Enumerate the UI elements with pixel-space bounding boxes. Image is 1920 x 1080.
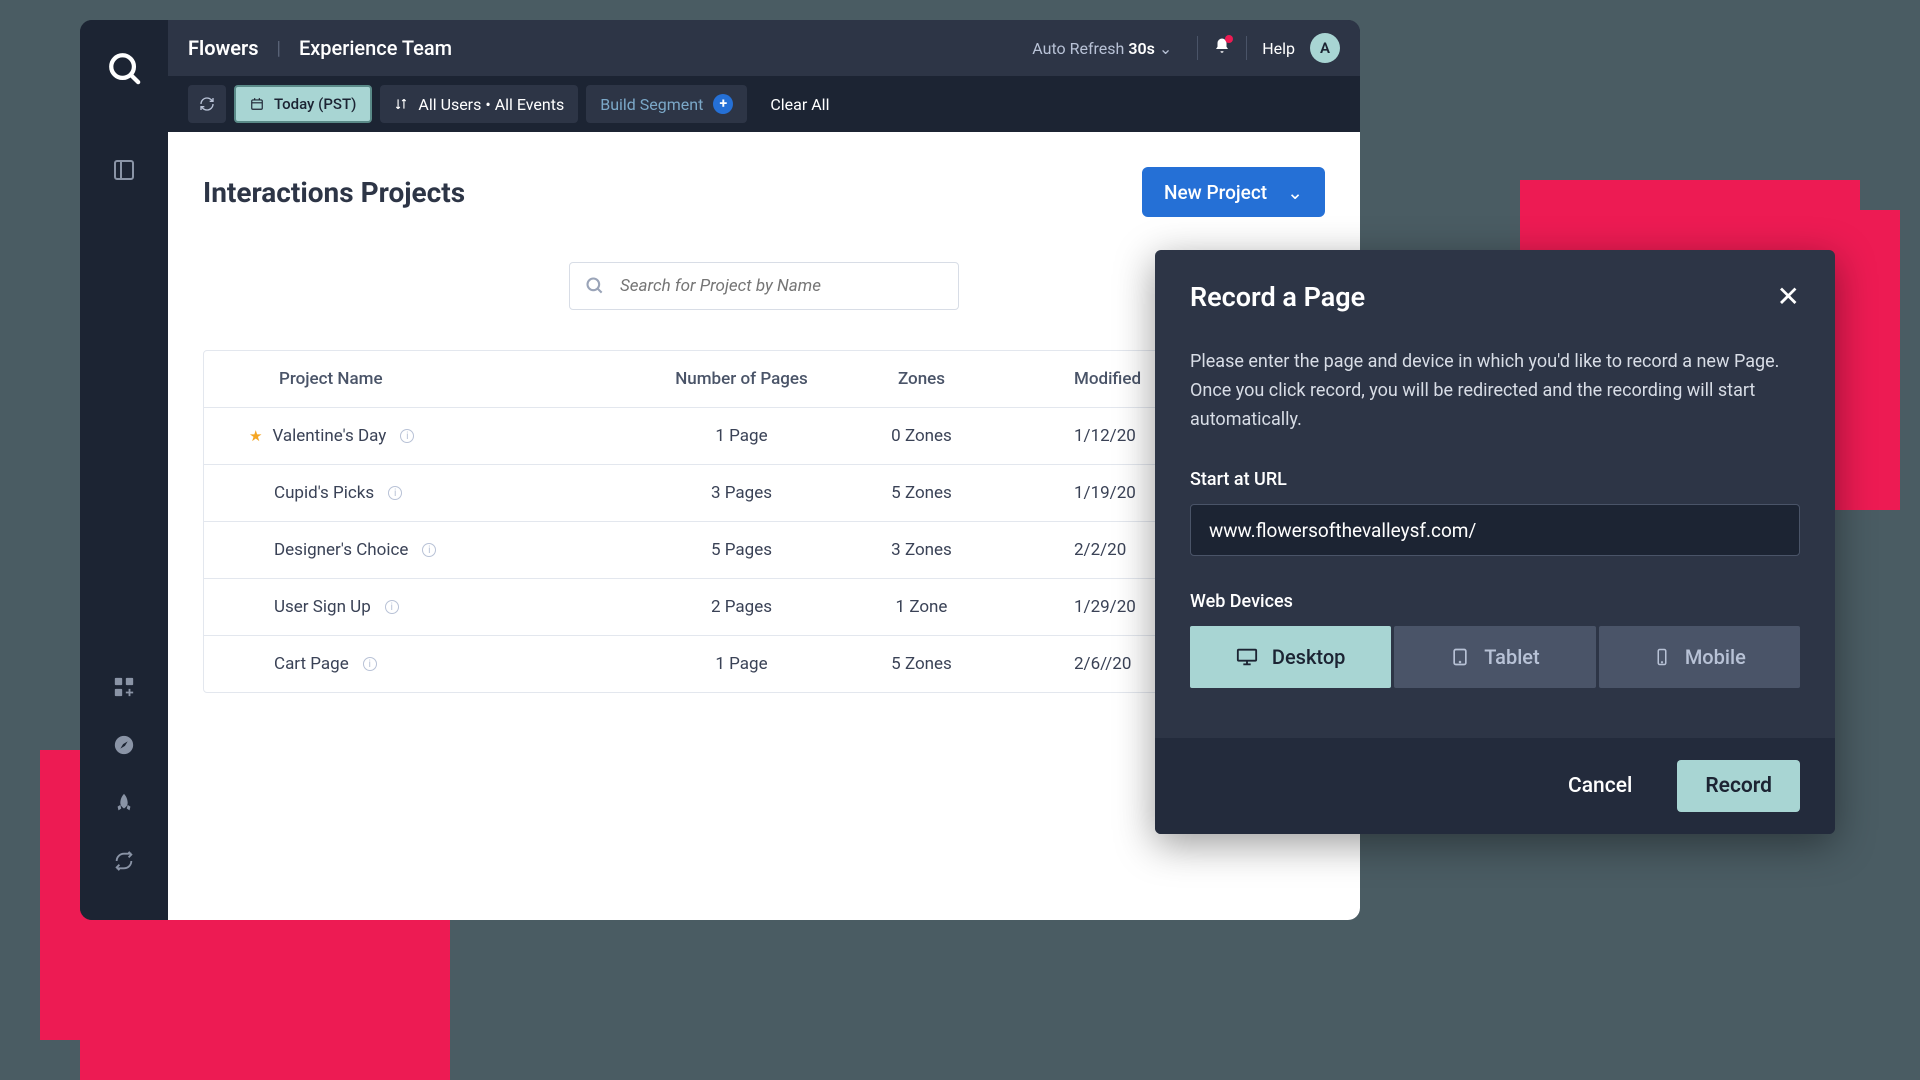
chevron-down-icon: ⌄ bbox=[1287, 181, 1303, 204]
topbar: Flowers | Experience Team Auto Refresh 3… bbox=[168, 20, 1360, 76]
col-header-zones: Zones bbox=[839, 369, 1004, 389]
pages-cell: 3 Pages bbox=[644, 483, 839, 503]
content-header: Interactions Projects New Project ⌄ bbox=[203, 167, 1325, 217]
search-icon bbox=[585, 276, 605, 296]
device-desktop-button[interactable]: Desktop bbox=[1190, 626, 1391, 688]
zones-cell: 5 Zones bbox=[839, 654, 1004, 674]
tablet-icon bbox=[1450, 647, 1470, 667]
info-icon[interactable]: i bbox=[363, 657, 377, 671]
project-name: User Sign Up bbox=[274, 597, 371, 617]
modal-header: Record a Page ✕ bbox=[1155, 250, 1835, 338]
pages-cell: 1 Page bbox=[644, 654, 839, 674]
device-mobile-button[interactable]: Mobile bbox=[1599, 626, 1800, 688]
desktop-icon bbox=[1236, 646, 1258, 668]
zones-cell: 5 Zones bbox=[839, 483, 1004, 503]
project-name: Valentine's Day bbox=[272, 426, 386, 446]
page-title: Interactions Projects bbox=[203, 176, 465, 209]
star-icon: ★ bbox=[249, 427, 262, 445]
zones-cell: 3 Zones bbox=[839, 540, 1004, 560]
plus-circle-icon: + bbox=[713, 94, 733, 114]
sidebar-refresh-icon[interactable] bbox=[100, 837, 148, 885]
modal-body: Please enter the page and device in whic… bbox=[1155, 338, 1835, 738]
divider bbox=[1246, 36, 1247, 60]
pages-cell: 1 Page bbox=[644, 426, 839, 446]
chevron-down-icon: ⌄ bbox=[1159, 39, 1172, 58]
new-project-button[interactable]: New Project ⌄ bbox=[1142, 167, 1325, 217]
sidebar-layout-icon[interactable] bbox=[100, 146, 148, 194]
info-icon[interactable]: i bbox=[385, 600, 399, 614]
modal-footer: Cancel Record bbox=[1155, 738, 1835, 834]
device-tablet-button[interactable]: Tablet bbox=[1394, 626, 1595, 688]
zones-cell: 0 Zones bbox=[839, 426, 1004, 446]
close-icon[interactable]: ✕ bbox=[1777, 280, 1800, 313]
search-input[interactable] bbox=[620, 276, 943, 296]
info-icon[interactable]: i bbox=[422, 543, 436, 557]
url-input[interactable] bbox=[1190, 504, 1800, 556]
col-header-pages: Number of Pages bbox=[644, 369, 839, 389]
project-name: Designer's Choice bbox=[274, 540, 408, 560]
modal-title: Record a Page bbox=[1190, 281, 1365, 313]
build-segment-button[interactable]: Build Segment + bbox=[586, 85, 747, 123]
date-range-button[interactable]: Today (PST) bbox=[234, 85, 372, 123]
divider: | bbox=[277, 38, 281, 59]
help-link[interactable]: Help bbox=[1262, 39, 1295, 58]
clear-all-button[interactable]: Clear All bbox=[770, 95, 829, 114]
team-name: Experience Team bbox=[299, 36, 452, 60]
col-header-name: Project Name bbox=[204, 369, 644, 389]
pages-cell: 5 Pages bbox=[644, 540, 839, 560]
filter-users-events-button[interactable]: All Users • All Events bbox=[380, 85, 578, 123]
divider bbox=[1197, 36, 1198, 60]
search-box bbox=[569, 262, 959, 310]
pages-cell: 2 Pages bbox=[644, 597, 839, 617]
brand-name: Flowers bbox=[188, 36, 259, 60]
record-page-modal: Record a Page ✕ Please enter the page an… bbox=[1155, 250, 1835, 834]
mobile-icon bbox=[1653, 648, 1671, 666]
user-avatar[interactable]: A bbox=[1310, 33, 1340, 63]
sidebar bbox=[80, 20, 168, 920]
project-name: Cart Page bbox=[274, 654, 349, 674]
sort-icon bbox=[394, 97, 408, 111]
record-button[interactable]: Record bbox=[1677, 760, 1800, 812]
brand-logo-icon bbox=[106, 50, 142, 86]
cancel-button[interactable]: Cancel bbox=[1548, 760, 1652, 812]
auto-refresh-label[interactable]: Auto Refresh 30s ⌄ bbox=[1032, 39, 1172, 58]
device-group: Desktop Tablet Mobile bbox=[1190, 626, 1800, 688]
sidebar-compass-icon[interactable] bbox=[100, 721, 148, 769]
modal-description: Please enter the page and device in whic… bbox=[1190, 348, 1800, 434]
sidebar-apps-icon[interactable] bbox=[100, 663, 148, 711]
info-icon[interactable]: i bbox=[388, 486, 402, 500]
project-name: Cupid's Picks bbox=[274, 483, 374, 503]
zones-cell: 1 Zone bbox=[839, 597, 1004, 617]
notifications-bell-icon[interactable] bbox=[1213, 37, 1231, 59]
refresh-button[interactable] bbox=[188, 85, 226, 123]
notification-badge bbox=[1225, 35, 1233, 43]
filterbar: Today (PST) All Users • All Events Build… bbox=[168, 76, 1360, 132]
url-label: Start at URL bbox=[1190, 469, 1800, 490]
calendar-icon bbox=[250, 97, 264, 111]
info-icon[interactable]: i bbox=[400, 429, 414, 443]
devices-label: Web Devices bbox=[1190, 591, 1800, 612]
sidebar-rocket-icon[interactable] bbox=[100, 779, 148, 827]
